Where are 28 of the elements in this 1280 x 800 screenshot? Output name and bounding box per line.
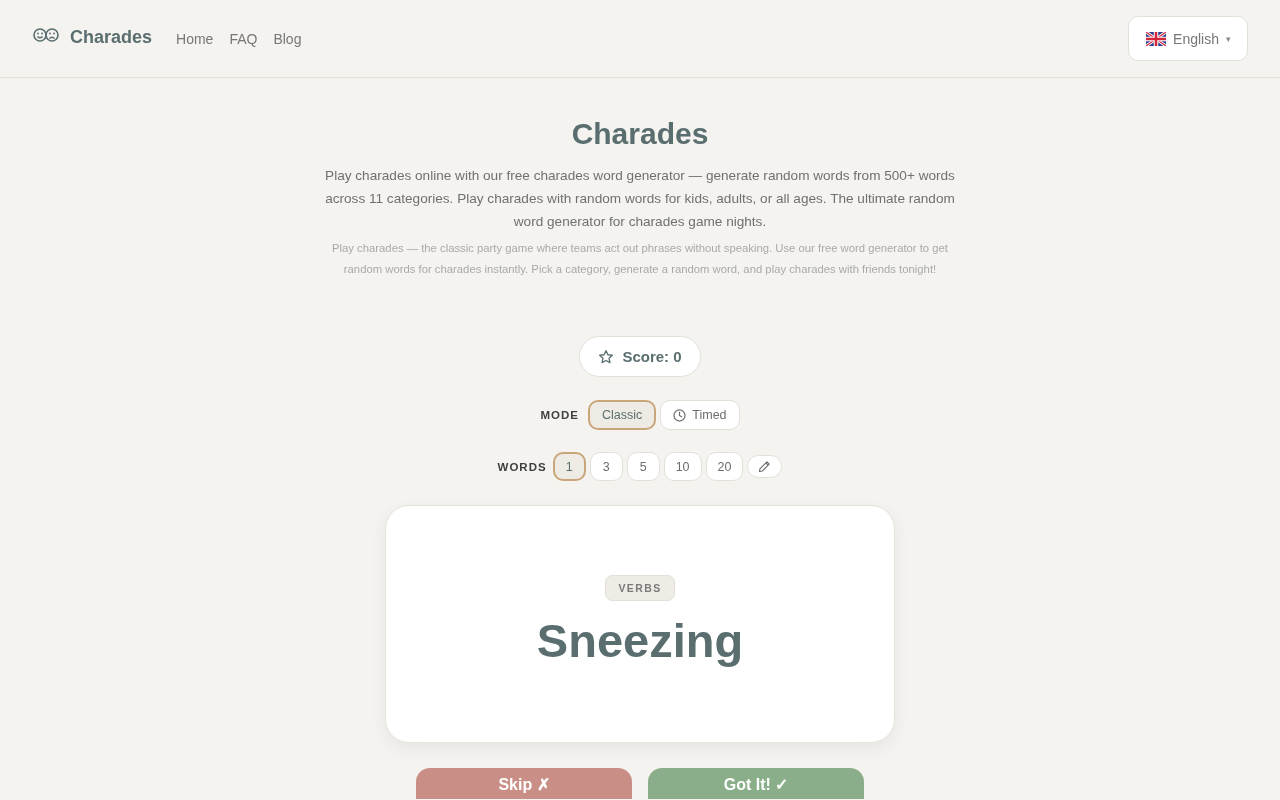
got-it-button[interactable]: Got It! ✓ <box>648 768 864 799</box>
page-title: Charades <box>571 116 709 152</box>
description-paragraph: Play charades — the classic party game where teams act out phrases without speaking. Use our free word generator to get random words for charades instantly. Pick a category, generate a random word, and play charades with friends tonight! <box>331 241 949 277</box>
word-count-option[interactable]: 10 <box>663 452 702 481</box>
mode-label: MODE <box>540 409 579 421</box>
skip-button[interactable]: Skip ✗ <box>416 768 632 799</box>
word-count-option[interactable]: 1 <box>552 452 586 481</box>
words-label: WORDS <box>497 460 547 473</box>
masks-icon <box>33 26 59 43</box>
word-count-option[interactable]: 3 <box>589 452 623 481</box>
category-badge: VERBS <box>605 575 675 601</box>
word-count-option[interactable]: 5 <box>626 452 660 481</box>
pencil-icon <box>758 460 772 473</box>
word-text: Sneezing <box>536 613 744 669</box>
nav-link[interactable]: Blog <box>273 30 302 47</box>
nav-link[interactable]: FAQ <box>229 30 258 47</box>
score-text: Score: 0 <box>622 348 682 365</box>
word-count-option[interactable]: 20 <box>705 452 744 481</box>
flag-icon <box>1146 31 1167 46</box>
clock-icon <box>673 408 687 422</box>
logo-link[interactable]: Charades <box>33 27 153 50</box>
mode-option[interactable]: Timed <box>660 400 740 430</box>
star-icon <box>598 348 615 365</box>
intro-paragraph: Play charades online with our free charades word generator — generate random words from 500+ words across 11 categories. Play charades with random words for kids, adults, or all ages. The ultimate random word generator for charades game nights. <box>324 167 956 231</box>
language-selector[interactable]: English ▾ <box>1128 16 1248 61</box>
custom-count-button[interactable] <box>747 455 783 478</box>
nav-link[interactable]: Home <box>176 30 214 47</box>
mode-option[interactable]: Classic <box>587 400 657 430</box>
